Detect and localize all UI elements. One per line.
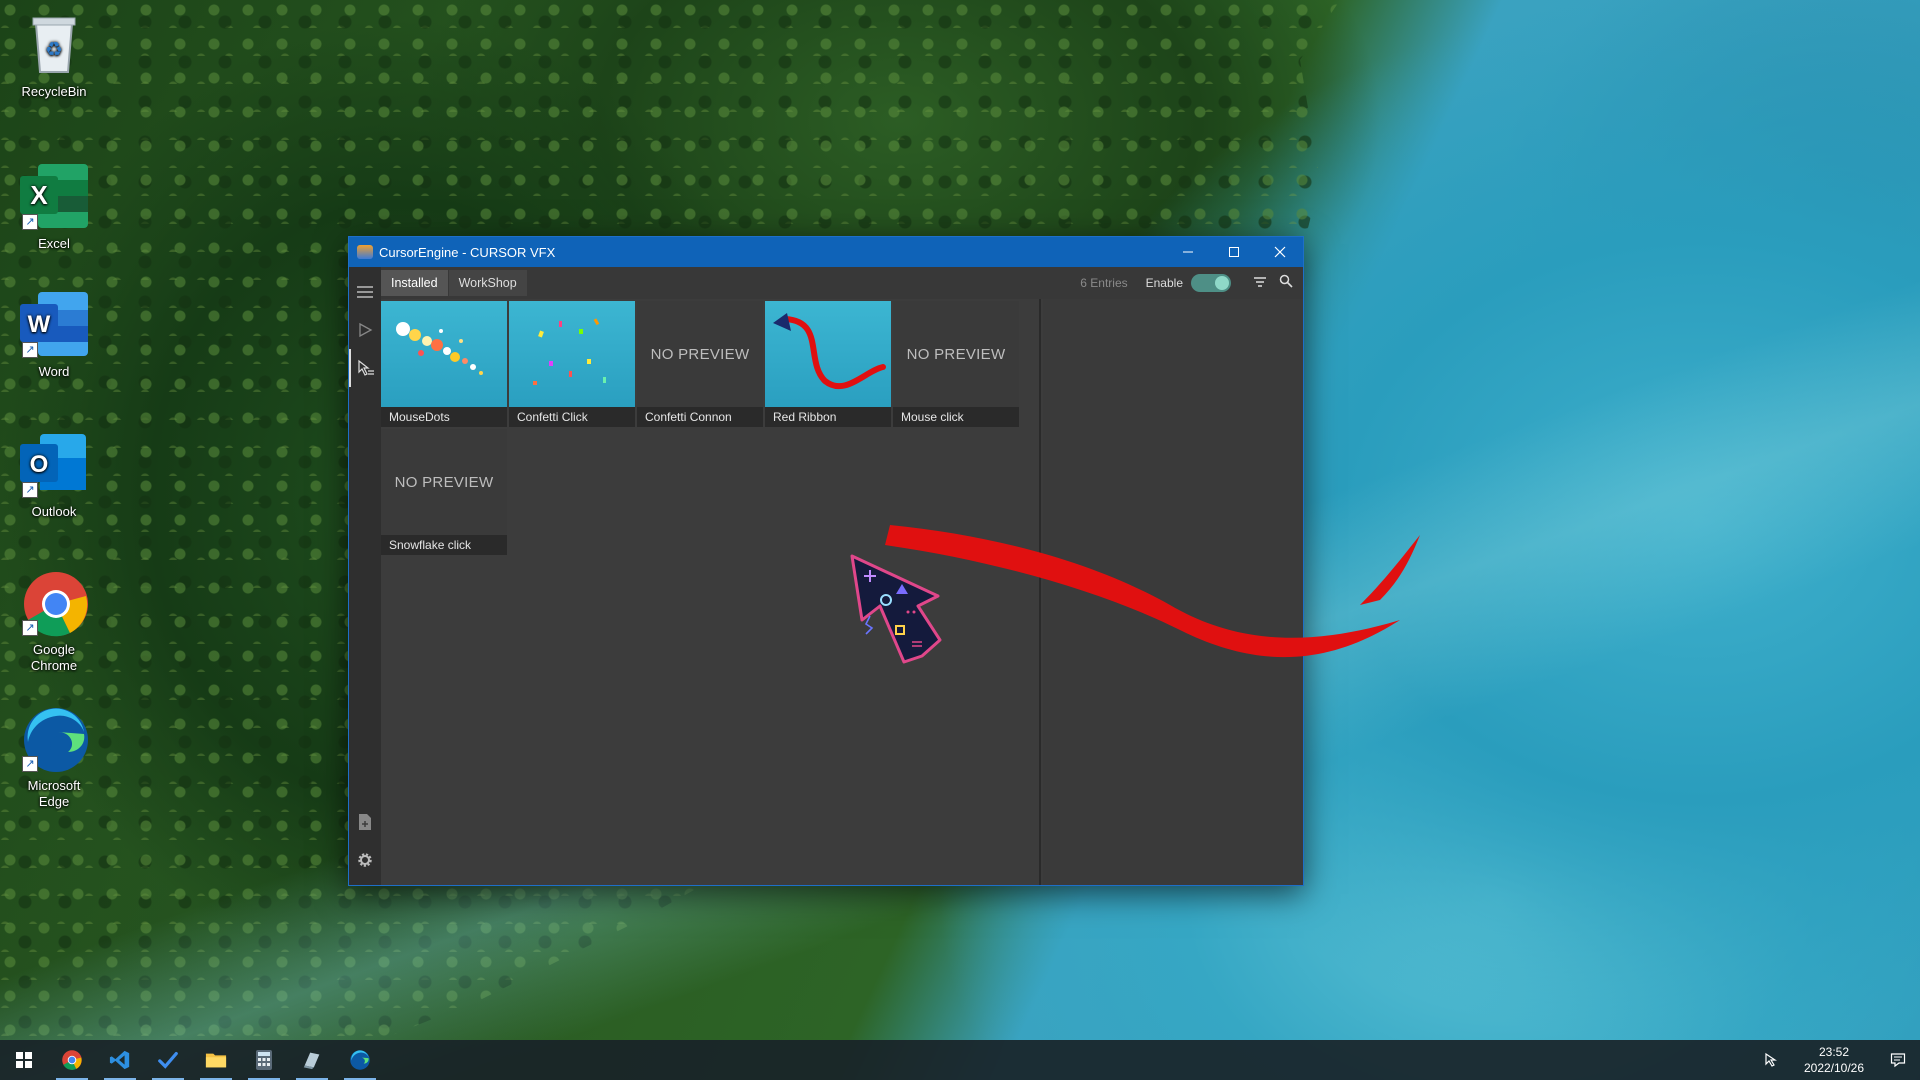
taskbar-clock[interactable]: 23:52 2022/10/26	[1792, 1044, 1876, 1076]
taskbar-cursorengine[interactable]	[288, 1040, 336, 1080]
clock-date: 2022/10/26	[1803, 1061, 1865, 1075]
edge-icon	[350, 1050, 370, 1070]
clock-time: 23:52	[1818, 1045, 1850, 1059]
tray-network-button[interactable]	[1752, 1040, 1792, 1080]
calculator-icon	[256, 1050, 272, 1070]
taskbar-todo[interactable]	[144, 1040, 192, 1080]
cursor-vfx-overlay	[850, 525, 1420, 664]
red-ribbon-trail	[885, 525, 1400, 658]
system-tray: 23:52 2022/10/26	[1752, 1040, 1920, 1080]
windows-logo-icon	[16, 1052, 32, 1068]
custom-cursor-icon	[850, 554, 942, 664]
taskbar-calculator[interactable]	[240, 1040, 288, 1080]
folder-icon	[205, 1053, 227, 1068]
cursorengine-taskbar-icon	[303, 1052, 320, 1070]
taskbar-chrome[interactable]	[48, 1040, 96, 1080]
taskbar-file-explorer[interactable]	[192, 1040, 240, 1080]
red-ribbon-tip	[1360, 535, 1420, 605]
chrome-icon	[62, 1050, 82, 1070]
taskbar-vscode[interactable]	[96, 1040, 144, 1080]
notification-center-button[interactable]	[1876, 1040, 1920, 1080]
start-button[interactable]	[0, 1040, 48, 1080]
network-icon	[1765, 1052, 1777, 1067]
checkmark-icon	[158, 1051, 178, 1069]
notification-icon	[1890, 1053, 1906, 1068]
vscode-icon	[109, 1050, 130, 1070]
taskbar-edge[interactable]	[336, 1040, 384, 1080]
taskbar: 23:52 2022/10/26	[0, 1040, 1920, 1080]
